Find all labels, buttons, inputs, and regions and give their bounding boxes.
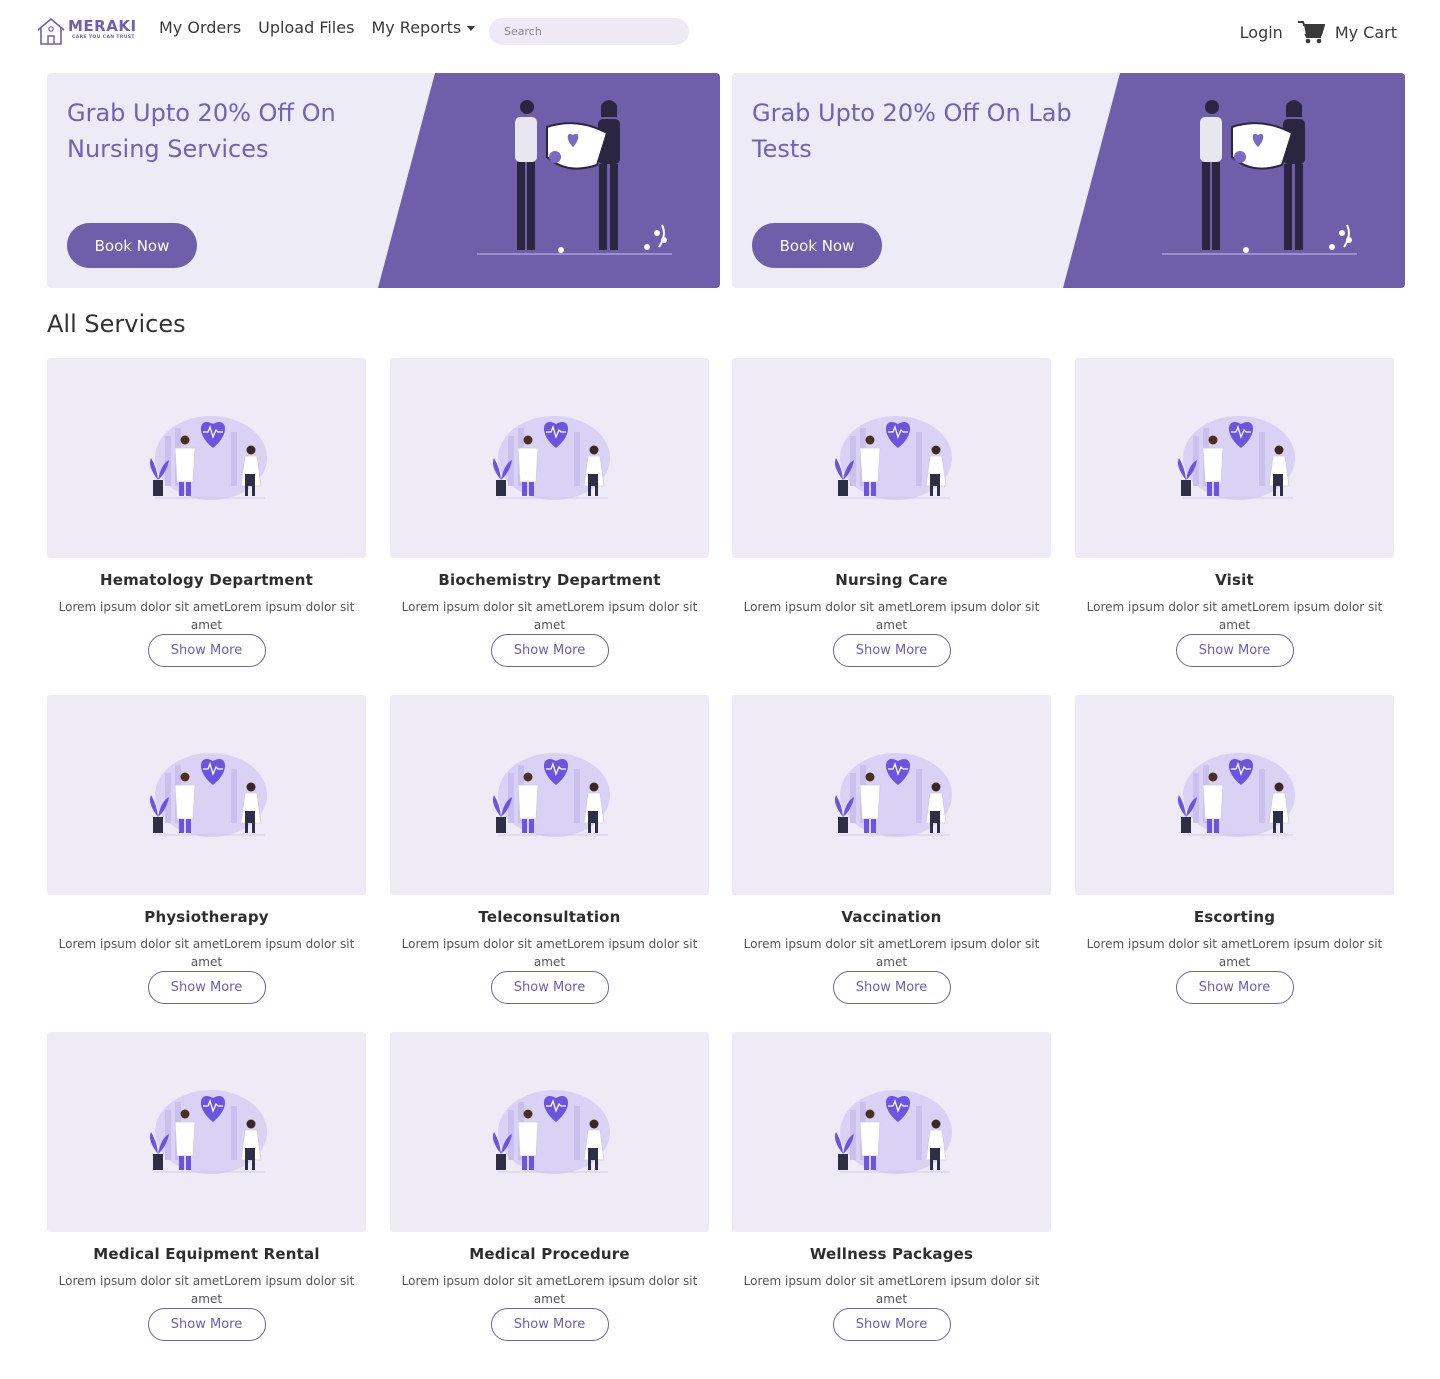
- house-icon: [37, 17, 65, 45]
- service-image: [732, 695, 1051, 895]
- service-description: Lorem ipsum dolor sit ametLorem ipsum do…: [401, 937, 698, 969]
- cart-link[interactable]: My Cart: [1297, 20, 1397, 44]
- service-image: [390, 695, 709, 895]
- doctors-heart-illustration: [492, 416, 610, 500]
- book-now-button[interactable]: Book Now: [752, 223, 882, 268]
- show-more-button[interactable]: Show More: [832, 971, 951, 1004]
- nav-upload-files[interactable]: Upload Files: [258, 18, 354, 37]
- show-more-button[interactable]: Show More: [147, 971, 266, 1004]
- doctors-heart-illustration: [149, 753, 267, 837]
- cart-icon: [1297, 21, 1325, 44]
- service-image: [1075, 695, 1394, 895]
- doctors-heart-illustration: [834, 753, 952, 837]
- service-card: Physiotherapy Lorem ipsum dolor sit amet…: [47, 695, 366, 1004]
- service-description: Lorem ipsum dolor sit ametLorem ipsum do…: [401, 1274, 698, 1306]
- service-image: [390, 358, 709, 558]
- service-card: Biochemistry Department Lorem ipsum dolo…: [390, 358, 709, 667]
- promo-banner-nursing: Grab Upto 20% Off On Nursing Services Bo…: [47, 73, 720, 288]
- service-card: Medical Procedure Lorem ipsum dolor sit …: [390, 1032, 709, 1341]
- show-more-button[interactable]: Show More: [490, 971, 609, 1004]
- nav-my-reports-dropdown[interactable]: My Reports: [371, 18, 476, 37]
- service-description: Lorem ipsum dolor sit ametLorem ipsum do…: [743, 1274, 1040, 1306]
- people-heart-illustration: [1162, 100, 1357, 255]
- service-card: Escorting Lorem ipsum dolor sit ametLore…: [1075, 695, 1394, 1004]
- service-image: [390, 1032, 709, 1232]
- show-more-button[interactable]: Show More: [490, 1308, 609, 1341]
- service-title: Visit: [1215, 571, 1254, 589]
- service-description: Lorem ipsum dolor sit ametLorem ipsum do…: [58, 937, 355, 969]
- banner-title: Grab Upto 20% Off On Nursing Services: [67, 99, 336, 163]
- show-more-button[interactable]: Show More: [1175, 634, 1294, 667]
- service-card: Hematology Department Lorem ipsum dolor …: [47, 358, 366, 667]
- service-image: [47, 695, 366, 895]
- service-description: Lorem ipsum dolor sit ametLorem ipsum do…: [743, 937, 1040, 969]
- show-more-button[interactable]: Show More: [490, 634, 609, 667]
- show-more-button[interactable]: Show More: [1175, 971, 1294, 1004]
- nav-my-orders[interactable]: My Orders: [159, 18, 241, 37]
- nav-my-reports-label: My Reports: [371, 18, 462, 37]
- doctors-heart-illustration: [834, 1090, 952, 1174]
- service-title: Biochemistry Department: [438, 571, 661, 589]
- service-title: Medical Equipment Rental: [93, 1245, 320, 1263]
- doctors-heart-illustration: [1177, 753, 1295, 837]
- service-card: Visit Lorem ipsum dolor sit ametLorem ip…: [1075, 358, 1394, 667]
- service-title: Nursing Care: [835, 571, 948, 589]
- section-title: All Services: [47, 310, 186, 338]
- service-description: Lorem ipsum dolor sit ametLorem ipsum do…: [1086, 937, 1383, 969]
- navbar: MERAKI CARE YOU CAN TRUST My Orders Uplo…: [0, 0, 1440, 64]
- people-heart-illustration: [477, 100, 672, 255]
- doctors-heart-illustration: [834, 416, 952, 500]
- doctors-heart-illustration: [149, 416, 267, 500]
- show-more-button[interactable]: Show More: [832, 1308, 951, 1341]
- service-image: [732, 1032, 1051, 1232]
- service-image: [1075, 358, 1394, 558]
- service-description: Lorem ipsum dolor sit ametLorem ipsum do…: [58, 1274, 355, 1306]
- brand-name: MERAKI: [68, 17, 137, 35]
- service-image: [47, 1032, 366, 1232]
- promo-banner-lab-tests: Grab Upto 20% Off On Lab Tests Book Now: [732, 73, 1405, 288]
- cart-label: My Cart: [1334, 22, 1397, 42]
- service-title: Hematology Department: [99, 571, 314, 589]
- service-card: Vaccination Lorem ipsum dolor sit ametLo…: [732, 695, 1051, 1004]
- caret-down-icon: [467, 26, 476, 31]
- banner-title: Grab Upto 20% Off On Lab Tests: [752, 99, 1072, 163]
- doctors-heart-illustration: [492, 1090, 610, 1174]
- service-description: Lorem ipsum dolor sit ametLorem ipsum do…: [743, 600, 1040, 632]
- service-card: Nursing Care Lorem ipsum dolor sit ametL…: [732, 358, 1051, 667]
- service-card: Wellness Packages Lorem ipsum dolor sit …: [732, 1032, 1051, 1341]
- service-title: Teleconsultation: [478, 908, 621, 926]
- service-image: [732, 358, 1051, 558]
- service-description: Lorem ipsum dolor sit ametLorem ipsum do…: [1086, 600, 1383, 632]
- doctors-heart-illustration: [492, 753, 610, 837]
- show-more-button[interactable]: Show More: [147, 1308, 266, 1341]
- show-more-button[interactable]: Show More: [832, 634, 951, 667]
- service-title: Physiotherapy: [144, 908, 269, 926]
- service-title: Escorting: [1193, 908, 1276, 926]
- doctors-heart-illustration: [149, 1090, 267, 1174]
- search-input[interactable]: [489, 18, 689, 45]
- brand-logo[interactable]: MERAKI CARE YOU CAN TRUST: [36, 16, 137, 46]
- service-card: Medical Equipment Rental Lorem ipsum dol…: [47, 1032, 366, 1341]
- service-image: [47, 358, 366, 558]
- service-title: Wellness Packages: [809, 1245, 974, 1263]
- service-title: Vaccination: [841, 908, 942, 926]
- service-description: Lorem ipsum dolor sit ametLorem ipsum do…: [58, 600, 355, 632]
- show-more-button[interactable]: Show More: [147, 634, 266, 667]
- service-description: Lorem ipsum dolor sit ametLorem ipsum do…: [401, 600, 698, 632]
- doctors-heart-illustration: [1177, 416, 1295, 500]
- service-card: Teleconsultation Lorem ipsum dolor sit a…: [390, 695, 709, 1004]
- brand-tagline: CARE YOU CAN TRUST: [72, 35, 135, 40]
- book-now-button[interactable]: Book Now: [67, 223, 197, 268]
- login-link[interactable]: Login: [1240, 23, 1283, 42]
- service-title: Medical Procedure: [469, 1245, 630, 1263]
